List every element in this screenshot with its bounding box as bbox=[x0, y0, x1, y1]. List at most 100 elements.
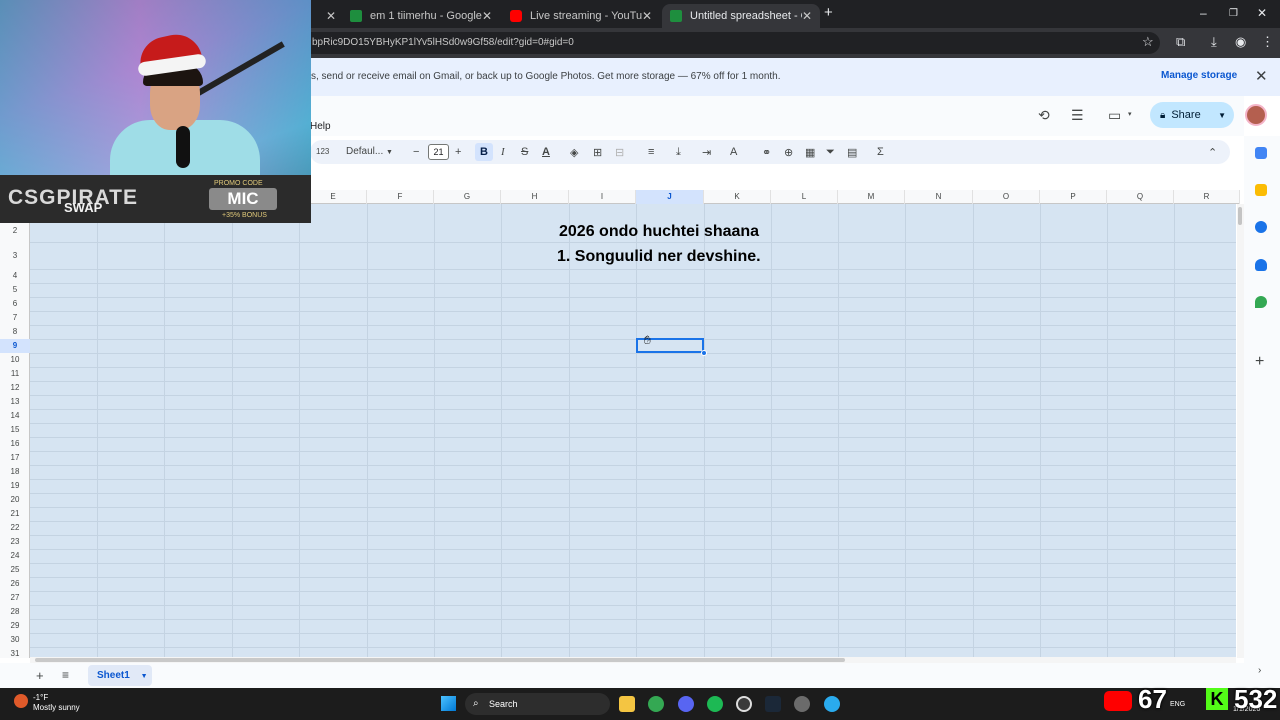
column-header-f[interactable]: F bbox=[367, 190, 434, 204]
row-header[interactable]: 6 bbox=[0, 299, 30, 308]
row-header[interactable]: 27 bbox=[0, 593, 30, 602]
tab-untitled-spreadsheet[interactable]: Untitled spreadsheet - Google ✕ bbox=[662, 4, 820, 28]
row-header[interactable]: 16 bbox=[0, 439, 30, 448]
decrease-font-size-icon[interactable]: − bbox=[413, 146, 419, 158]
fill-handle[interactable] bbox=[701, 350, 707, 356]
row-header[interactable]: 13 bbox=[0, 397, 30, 406]
merge-cells-icon[interactable]: ⊟ bbox=[615, 146, 624, 159]
steam-icon[interactable] bbox=[765, 696, 781, 712]
text-color-icon[interactable]: A bbox=[542, 146, 550, 158]
column-header-j[interactable]: J bbox=[636, 190, 704, 204]
keep-icon[interactable] bbox=[1255, 184, 1267, 196]
share-button[interactable]: 🔒︎ Share ▼ bbox=[1150, 102, 1234, 128]
new-tab-button[interactable]: + bbox=[824, 4, 833, 21]
window-close-icon[interactable]: ✕ bbox=[1257, 6, 1267, 20]
weather-widget[interactable]: -1°F Mostly sunny bbox=[33, 693, 80, 713]
text-rotation-icon[interactable]: A bbox=[730, 146, 737, 158]
chevron-down-icon[interactable]: ▼ bbox=[141, 673, 148, 680]
font-select[interactable]: Defaul... ▼ bbox=[346, 146, 393, 157]
format-number-button[interactable]: 123 bbox=[316, 147, 329, 156]
manage-storage-link[interactable]: Manage storage bbox=[1161, 70, 1237, 81]
avatar[interactable] bbox=[1245, 104, 1267, 126]
row-header[interactable]: 12 bbox=[0, 383, 30, 392]
spotify-icon[interactable] bbox=[707, 696, 723, 712]
row-header[interactable]: 20 bbox=[0, 495, 30, 504]
row-header[interactable]: 15 bbox=[0, 425, 30, 434]
add-sheet-icon[interactable]: + bbox=[36, 668, 44, 683]
chrome-icon[interactable] bbox=[648, 696, 664, 712]
tasks-icon[interactable] bbox=[1255, 221, 1267, 233]
insert-chart-icon[interactable]: ▦ bbox=[805, 146, 815, 159]
chevron-down-icon[interactable]: ▾ bbox=[1128, 110, 1132, 118]
vertical-scroll-thumb[interactable] bbox=[1238, 207, 1242, 225]
tab-youtube-studio[interactable]: Live streaming - YouTube Studio ✕ bbox=[502, 4, 660, 28]
row-header[interactable]: 19 bbox=[0, 481, 30, 490]
get-addons-icon[interactable]: + bbox=[1255, 353, 1264, 371]
functions-button[interactable]: Σ bbox=[877, 146, 884, 158]
row-header[interactable]: 4 bbox=[0, 271, 30, 280]
filter-icon[interactable]: ⏷ bbox=[826, 146, 835, 159]
minimize-icon[interactable]: – bbox=[1200, 6, 1207, 20]
taskbar-search[interactable]: ⌕ Search bbox=[465, 693, 610, 715]
close-icon[interactable]: ✕ bbox=[642, 9, 652, 23]
row-header[interactable]: 30 bbox=[0, 635, 30, 644]
column-header-g[interactable]: G bbox=[434, 190, 501, 204]
tab-close-icon[interactable]: ✕ bbox=[318, 4, 336, 28]
column-header-p[interactable]: P bbox=[1040, 190, 1107, 204]
close-icon[interactable]: ✕ bbox=[1255, 67, 1268, 85]
collapse-toolbar-icon[interactable]: ⌃ bbox=[1208, 146, 1217, 159]
explore-icon[interactable]: › bbox=[1258, 665, 1261, 676]
column-header-i[interactable]: I bbox=[569, 190, 636, 204]
menu-help[interactable]: Help bbox=[310, 121, 331, 132]
row-header[interactable]: 31 bbox=[0, 649, 30, 658]
telegram-icon[interactable] bbox=[824, 696, 840, 712]
row-header[interactable]: 24 bbox=[0, 551, 30, 560]
bold-button[interactable]: B bbox=[475, 143, 493, 161]
row-header[interactable]: 26 bbox=[0, 579, 30, 588]
row-header-selected[interactable]: 9 bbox=[0, 339, 30, 353]
row-header[interactable]: 25 bbox=[0, 565, 30, 574]
maps-icon[interactable] bbox=[1255, 296, 1267, 308]
row-header[interactable]: 10 bbox=[0, 355, 30, 364]
row-header[interactable]: 22 bbox=[0, 523, 30, 532]
row-header[interactable]: 2 bbox=[0, 226, 30, 235]
column-header-n[interactable]: N bbox=[905, 190, 973, 204]
column-header-k[interactable]: K bbox=[704, 190, 771, 204]
extensions-icon[interactable]: ⧉ bbox=[1176, 34, 1185, 50]
start-icon[interactable] bbox=[441, 696, 456, 711]
row-header[interactable]: 28 bbox=[0, 607, 30, 616]
row-header[interactable]: 5 bbox=[0, 285, 30, 294]
horizontal-scroll-thumb[interactable] bbox=[35, 658, 845, 662]
font-size-input[interactable]: 21 bbox=[428, 144, 449, 160]
meet-video-icon[interactable]: ▭ bbox=[1108, 107, 1121, 124]
comments-icon[interactable]: ☰ bbox=[1071, 107, 1084, 124]
row-header[interactable]: 18 bbox=[0, 467, 30, 476]
italic-button[interactable]: I bbox=[501, 146, 505, 158]
row-header[interactable]: 7 bbox=[0, 313, 30, 322]
column-header-r[interactable]: R bbox=[1174, 190, 1240, 204]
profile-icon[interactable]: ◉ bbox=[1235, 34, 1246, 50]
row-header[interactable]: 21 bbox=[0, 509, 30, 518]
row-header[interactable]: 29 bbox=[0, 621, 30, 630]
discord-icon[interactable] bbox=[678, 696, 694, 712]
strikethrough-icon[interactable]: S bbox=[521, 146, 528, 158]
calendar-icon[interactable] bbox=[1255, 147, 1267, 159]
close-icon[interactable]: ✕ bbox=[802, 9, 812, 23]
file-explorer-icon[interactable] bbox=[619, 696, 635, 712]
column-header-l[interactable]: L bbox=[771, 190, 838, 204]
download-icon[interactable]: ⤓ bbox=[1211, 34, 1217, 50]
contacts-icon[interactable] bbox=[1255, 259, 1267, 271]
all-sheets-icon[interactable]: ≡ bbox=[62, 668, 69, 682]
vertical-align-icon[interactable]: ⤓ bbox=[676, 146, 681, 159]
filter-views-icon[interactable]: ▤ bbox=[847, 146, 857, 159]
row-header[interactable]: 11 bbox=[0, 369, 30, 378]
increase-font-size-icon[interactable]: + bbox=[455, 146, 461, 158]
row-header[interactable]: 8 bbox=[0, 327, 30, 336]
close-icon[interactable]: ✕ bbox=[482, 9, 492, 23]
cell-text-line-2[interactable]: 1. Songuulid ner devshine. bbox=[557, 248, 761, 266]
horizontal-align-icon[interactable]: ≡ bbox=[648, 146, 654, 158]
weather-icon[interactable] bbox=[14, 694, 28, 708]
tab-sheets-1[interactable]: em 1 tiimerhu - Google Sheets ✕ bbox=[342, 4, 500, 28]
fill-color-icon[interactable]: ◈ bbox=[570, 146, 578, 159]
borders-icon[interactable]: ⊞ bbox=[593, 146, 602, 159]
